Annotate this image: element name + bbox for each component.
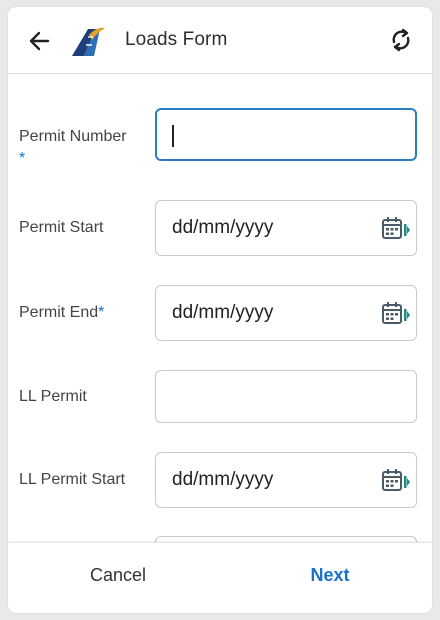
required-marker: *: [19, 150, 26, 167]
field-label-text: LL Permit Start: [19, 471, 126, 488]
ll-permit-label: LL Permit: [19, 386, 87, 408]
date-placeholder: dd/mm/yyyy: [172, 217, 274, 238]
ll-permit-input[interactable]: [155, 370, 417, 423]
sync-icon: [392, 28, 410, 52]
field-label-text: Permit End: [19, 304, 99, 321]
permit-number-input[interactable]: [155, 108, 417, 161]
permit-start-label: Permit Start: [19, 217, 103, 239]
calendar-icon[interactable]: [381, 301, 411, 327]
permit-end-date-input[interactable]: dd/mm/yyyy: [155, 285, 417, 341]
ll-permit-start-date-input[interactable]: dd/mm/yyyy: [155, 452, 417, 508]
back-button[interactable]: [26, 27, 54, 55]
sync-button[interactable]: [386, 25, 416, 55]
ll-permit-start-label: LL Permit Start: [19, 469, 125, 491]
date-placeholder: dd/mm/yyyy: [172, 469, 274, 490]
app-window: Loads Form Permit Number * Permit Start …: [8, 7, 432, 613]
field-label-text: Permit Number: [19, 128, 127, 145]
app-header: Loads Form: [8, 7, 432, 74]
next-button[interactable]: Next: [280, 565, 380, 586]
calendar-icon[interactable]: [381, 468, 411, 494]
loads-form: Permit Number * Permit Start dd/mm/yyyy: [8, 74, 432, 542]
required-marker: *: [98, 304, 105, 321]
cancel-button[interactable]: Cancel: [68, 565, 168, 586]
date-placeholder: dd/mm/yyyy: [172, 302, 274, 323]
permit-start-date-input[interactable]: dd/mm/yyyy: [155, 200, 417, 256]
calendar-icon[interactable]: [381, 216, 411, 242]
road-logo-icon: [70, 23, 106, 57]
field-label-text: Permit Start: [19, 219, 104, 236]
permit-end-label: Permit End*: [19, 302, 104, 324]
arrow-left-icon: [29, 31, 50, 51]
permit-number-label: Permit Number *: [19, 126, 127, 170]
page-title: Loads Form: [125, 29, 228, 50]
field-label-text: LL Permit: [19, 388, 87, 405]
text-caret: [172, 125, 174, 147]
form-footer: Cancel Next: [8, 542, 432, 613]
